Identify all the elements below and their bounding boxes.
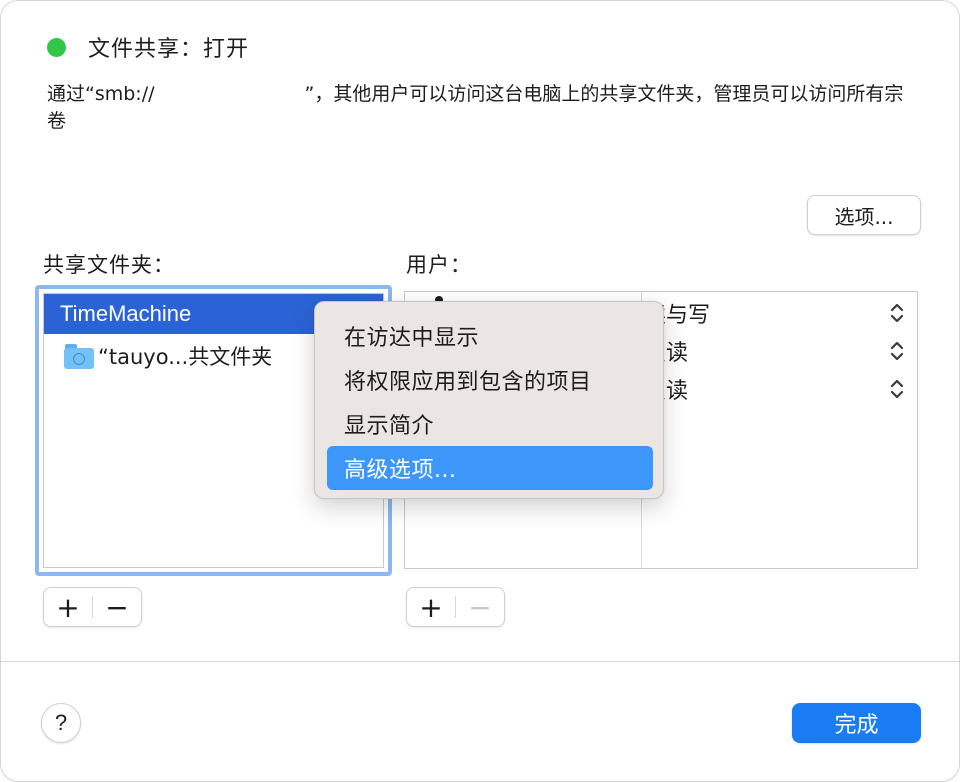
menu-item-get-info[interactable]: 显示简介 [327, 402, 653, 446]
menu-item-apply-permissions[interactable]: 将权限应用到包含的项目 [327, 358, 653, 402]
permission-row[interactable]: 只读 [642, 332, 919, 370]
context-menu: 在访达中显示 将权限应用到包含的项目 显示简介 高级选项... [314, 301, 664, 499]
status-title: 文件共享：打开 [88, 37, 250, 62]
users-label: 用户： [406, 253, 472, 277]
remove-folder-button[interactable]: − [93, 588, 141, 626]
shared-folder-icon [64, 343, 94, 369]
status-row: 文件共享：打开 [47, 31, 249, 63]
footer-divider [1, 661, 959, 662]
folder-add-remove-control: + − [43, 587, 142, 627]
description-part1: 通过“smb:// [47, 83, 155, 105]
add-user-button[interactable]: + [407, 588, 455, 626]
sharing-description: 通过“smb://”，其他用户可以访问这台电脑上的共享文件夹，管理员可以访问所有… [47, 81, 917, 135]
folder-item-label: TimeMachine [60, 301, 192, 326]
user-add-remove-control: + − [406, 587, 505, 627]
up-down-chevron-icon[interactable] [889, 300, 905, 326]
menu-item-show-in-finder[interactable]: 在访达中显示 [327, 314, 653, 358]
permission-row[interactable]: 读与写 [642, 294, 919, 332]
up-down-chevron-icon[interactable] [889, 338, 905, 364]
shared-folders-label: 共享文件夹： [43, 253, 175, 277]
permission-row[interactable]: 只读 [642, 370, 919, 408]
up-down-chevron-icon[interactable] [889, 376, 905, 402]
remove-user-button[interactable]: − [456, 588, 504, 626]
status-indicator-icon [47, 37, 66, 57]
folder-item-label: “tauyo...共文件夹 [98, 345, 273, 369]
folder-item-public[interactable]: “tauyo...共文件夹 [64, 338, 272, 374]
menu-item-advanced-options[interactable]: 高级选项... [327, 446, 653, 490]
add-folder-button[interactable]: + [44, 588, 92, 626]
help-button[interactable]: ? [41, 703, 81, 743]
done-button[interactable]: 完成 [792, 703, 921, 743]
description-part2: ”，其他用户可以访问这台电脑上的共享文件夹，管理员可以访问所有宗卷 [47, 83, 904, 132]
options-button[interactable]: 选项... [807, 195, 921, 235]
file-sharing-dialog: 文件共享：打开 通过“smb://”，其他用户可以访问这台电脑上的共享文件夹，管… [0, 0, 960, 782]
